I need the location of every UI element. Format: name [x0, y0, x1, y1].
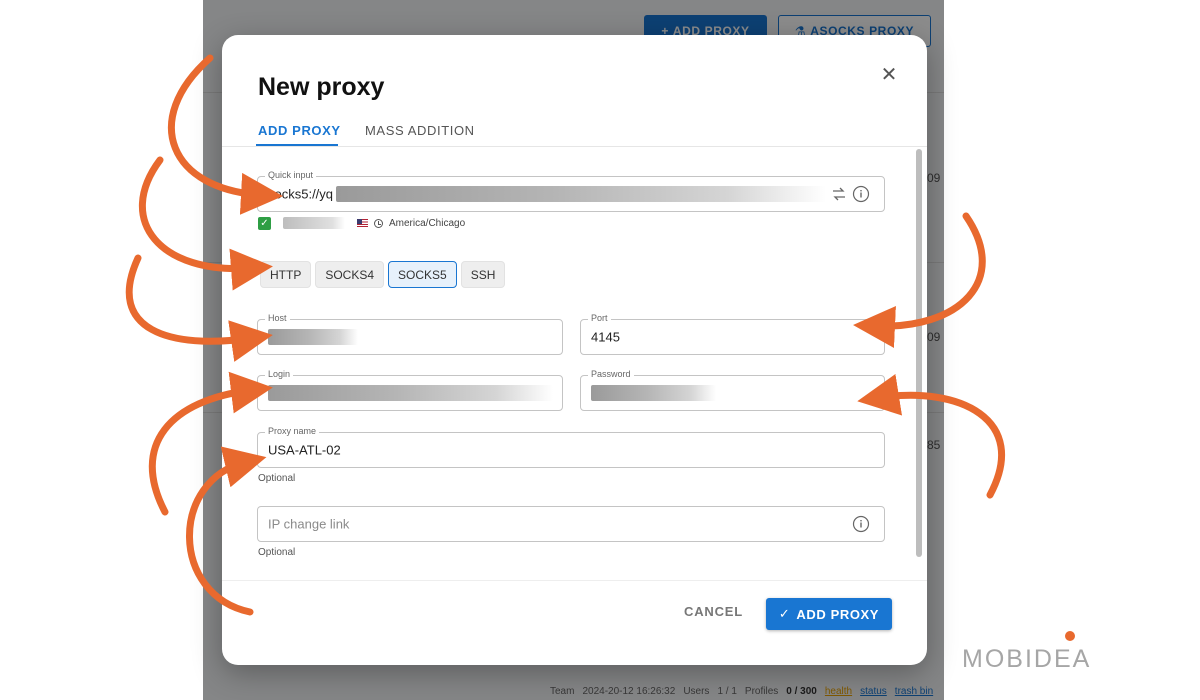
redacted-host: [268, 329, 358, 345]
redacted-login: [268, 385, 553, 401]
protocol-ssh[interactable]: SSH: [460, 261, 506, 288]
quick-input-field[interactable]: Quick input socks5://yq: [257, 170, 885, 212]
us-flag-icon: [357, 219, 368, 227]
info-icon[interactable]: [852, 185, 870, 203]
protocol-socks5[interactable]: SOCKS5: [388, 261, 457, 288]
checkmark-icon: ✓: [778, 606, 791, 621]
dialog-footer-divider: [222, 580, 927, 581]
info-icon[interactable]: [852, 515, 870, 533]
proxy-name-field[interactable]: Proxy name USA-ATL-02: [257, 426, 885, 468]
port-field[interactable]: Port 4145: [580, 313, 885, 355]
login-field[interactable]: Login: [257, 369, 563, 411]
host-label: Host: [265, 313, 290, 323]
clock-icon: [374, 218, 383, 228]
tabs-divider: [222, 146, 927, 147]
logo-dot: [1065, 631, 1075, 641]
dialog-scrollbar[interactable]: [916, 149, 922, 557]
check-icon: ✓: [258, 216, 271, 230]
tab-mass-addition[interactable]: MASS ADDITION: [365, 123, 475, 138]
ip-change-helper: Optional: [258, 547, 296, 558]
redacted-password: [591, 385, 716, 401]
proxy-name-value: USA-ATL-02: [268, 442, 341, 458]
dialog-title: New proxy: [258, 73, 385, 101]
password-label: Password: [588, 369, 634, 379]
add-proxy-submit-button[interactable]: ✓ ADD PROXY: [766, 598, 892, 630]
protocol-socks4[interactable]: SOCKS4: [315, 261, 385, 288]
redacted-credentials: [336, 186, 826, 202]
swap-icon[interactable]: [830, 185, 848, 203]
proxy-check-status: ✓ America/Chicago: [258, 216, 465, 230]
proxy-name-label: Proxy name: [265, 426, 320, 436]
ip-change-link-field[interactable]: IP change link: [257, 506, 885, 542]
timezone-label: America/Chicago: [389, 217, 466, 229]
protocol-http[interactable]: HTTP: [260, 261, 312, 288]
protocol-selector: HTTP SOCKS4 SOCKS5 SSH: [260, 261, 506, 288]
host-field[interactable]: Host: [257, 313, 563, 355]
login-label: Login: [265, 369, 294, 379]
add-proxy-submit-label: ADD PROXY: [796, 606, 880, 622]
quick-input-value: socks5://yq: [268, 186, 334, 202]
redacted-ip: [283, 217, 345, 229]
tab-add-proxy[interactable]: ADD PROXY: [258, 123, 341, 138]
close-icon[interactable]: ✕: [877, 63, 901, 87]
screenshot-stage: + ADD PROXY ⚗ ASOCKS PROXY 09 09 85 Team…: [0, 0, 1200, 700]
quick-input-label: Quick input: [265, 170, 317, 180]
new-proxy-dialog: New proxy ✕ ADD PROXY MASS ADDITION Quic…: [222, 35, 927, 665]
password-field[interactable]: Password: [580, 369, 885, 411]
ip-change-placeholder: IP change link: [268, 516, 350, 532]
cancel-button[interactable]: CANCEL: [684, 604, 743, 619]
proxy-name-helper: Optional: [258, 473, 296, 484]
mobidea-logo: MOBIDEA: [962, 645, 1092, 673]
port-value: 4145: [591, 329, 620, 345]
port-label: Port: [588, 313, 611, 323]
